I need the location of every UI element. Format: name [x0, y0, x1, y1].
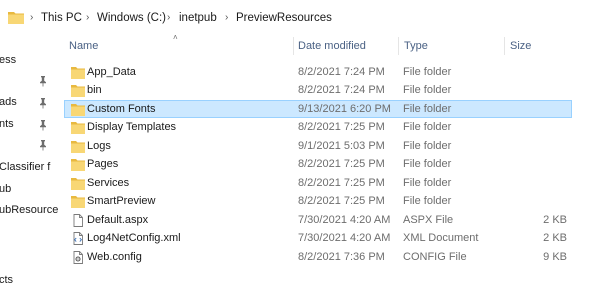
file-name: Services: [87, 177, 130, 189]
file-date: 7/30/2021 4:20 AM: [298, 214, 391, 226]
chevron-right-icon[interactable]: ›: [30, 12, 33, 23]
column-header-name[interactable]: Name: [69, 34, 98, 58]
folder-icon: [8, 12, 24, 24]
file-name: Pages: [87, 158, 119, 170]
chevron-right-icon[interactable]: ›: [167, 12, 170, 23]
file-date: 8/2/2021 7:25 PM: [298, 158, 385, 170]
file-type: File folder: [403, 158, 452, 170]
column-divider[interactable]: [504, 37, 505, 55]
file-name: bin: [87, 84, 102, 96]
folder-icon: [71, 196, 85, 208]
file-size: 2 KB: [543, 214, 567, 226]
breadcrumb-inetpub[interactable]: inetpub: [179, 12, 217, 24]
file-date: 8/2/2021 7:25 PM: [298, 195, 385, 207]
file-row-default-aspx[interactable]: Default.aspx 7/30/2021 4:20 AM ASPX File…: [64, 211, 572, 229]
pin-icon[interactable]: [38, 75, 48, 87]
folder-icon: [71, 104, 85, 116]
file-type: CONFIG File: [403, 251, 467, 263]
nav-item[interactable]: Classifier f: [0, 161, 50, 173]
file-type: ASPX File: [403, 214, 454, 226]
file-date: 8/2/2021 7:24 PM: [298, 84, 385, 96]
file-row-custom-fonts[interactable]: Custom Fonts 9/13/2021 6:20 PM File fold…: [64, 100, 572, 118]
sort-ascending-icon: ˄: [173, 33, 178, 42]
chevron-right-icon[interactable]: ›: [86, 12, 89, 23]
column-header-date[interactable]: Date modified: [298, 34, 366, 58]
nav-item[interactable]: ub: [0, 183, 11, 195]
nav-item[interactable]: ess: [0, 54, 16, 66]
file-type: File folder: [403, 140, 452, 152]
nav-item[interactable]: ads: [0, 96, 17, 108]
folder-icon: [71, 141, 85, 153]
column-divider[interactable]: [398, 37, 399, 55]
column-header-size[interactable]: Size: [510, 34, 531, 58]
file-row-display-templates[interactable]: Display Templates 8/2/2021 7:25 PM File …: [64, 118, 572, 136]
file-type: File folder: [403, 103, 452, 115]
chevron-right-icon[interactable]: ›: [225, 12, 228, 23]
file-size: 9 KB: [543, 251, 567, 263]
folder-icon: [71, 122, 85, 134]
config-file-icon: [73, 251, 83, 264]
pin-icon[interactable]: [38, 139, 48, 151]
column-header-type[interactable]: Type: [404, 34, 428, 58]
file-name: Log4NetConfig.xml: [87, 232, 181, 244]
file-row-log4netconfig-xml[interactable]: Log4NetConfig.xml 7/30/2021 4:20 AM XML …: [64, 229, 572, 247]
file-date: 9/1/2021 5:03 PM: [298, 140, 385, 152]
file-type: File folder: [403, 84, 452, 96]
nav-item[interactable]: cts: [0, 274, 13, 286]
breadcrumb-windows-c[interactable]: Windows (C:): [97, 12, 166, 24]
folder-icon: [71, 159, 85, 171]
file-name: SmartPreview: [87, 195, 156, 207]
file-date: 8/2/2021 7:24 PM: [298, 66, 385, 78]
file-name: Custom Fonts: [87, 103, 156, 115]
nav-item[interactable]: nts: [0, 118, 14, 130]
file-type: File folder: [403, 121, 452, 133]
nav-item[interactable]: ubResource: [0, 204, 58, 216]
file-type: File folder: [403, 195, 452, 207]
folder-icon: [71, 178, 85, 190]
file-name: Web.config: [87, 251, 142, 263]
column-divider[interactable]: [293, 37, 294, 55]
file-name: Display Templates: [87, 121, 177, 133]
file-row-web-config[interactable]: Web.config 8/2/2021 7:36 PM CONFIG File …: [64, 248, 572, 266]
folder-icon: [71, 67, 85, 79]
file-row-logs[interactable]: Logs 9/1/2021 5:03 PM File folder: [64, 137, 572, 155]
file-row-smartpreview[interactable]: SmartPreview 8/2/2021 7:25 PM File folde…: [64, 192, 572, 210]
file-name: Default.aspx: [87, 214, 149, 226]
file-type: File folder: [403, 177, 452, 189]
breadcrumb-previewresources[interactable]: PreviewResources: [236, 12, 332, 24]
file-date: 8/2/2021 7:25 PM: [298, 177, 385, 189]
file-date: 8/2/2021 7:36 PM: [298, 251, 385, 263]
navigation-pane: ess ads nts Classifier f ub ubResource c…: [0, 34, 58, 292]
file-name: App_Data: [87, 66, 136, 78]
file-name: Logs: [87, 140, 111, 152]
file-row-pages[interactable]: Pages 8/2/2021 7:25 PM File folder: [64, 155, 572, 173]
xml-file-icon: [73, 232, 83, 245]
document-icon: [73, 214, 83, 227]
file-row-services[interactable]: Services 8/2/2021 7:25 PM File folder: [64, 174, 572, 192]
address-bar[interactable]: › This PC › Windows (C:) › inetpub › Pre…: [0, 0, 594, 34]
file-date: 9/13/2021 6:20 PM: [298, 103, 391, 115]
breadcrumb-this-pc[interactable]: This PC: [41, 12, 82, 24]
folder-icon: [71, 85, 85, 97]
file-type: File folder: [403, 66, 452, 78]
file-size: 2 KB: [543, 232, 567, 244]
file-date: 7/30/2021 4:20 AM: [298, 232, 391, 244]
pin-icon[interactable]: [38, 97, 48, 109]
file-row-bin[interactable]: bin 8/2/2021 7:24 PM File folder: [64, 81, 572, 99]
file-date: 8/2/2021 7:25 PM: [298, 121, 385, 133]
file-type: XML Document: [403, 232, 479, 244]
pin-icon[interactable]: [38, 119, 48, 131]
file-row-app-data[interactable]: App_Data 8/2/2021 7:24 PM File folder: [64, 63, 572, 81]
